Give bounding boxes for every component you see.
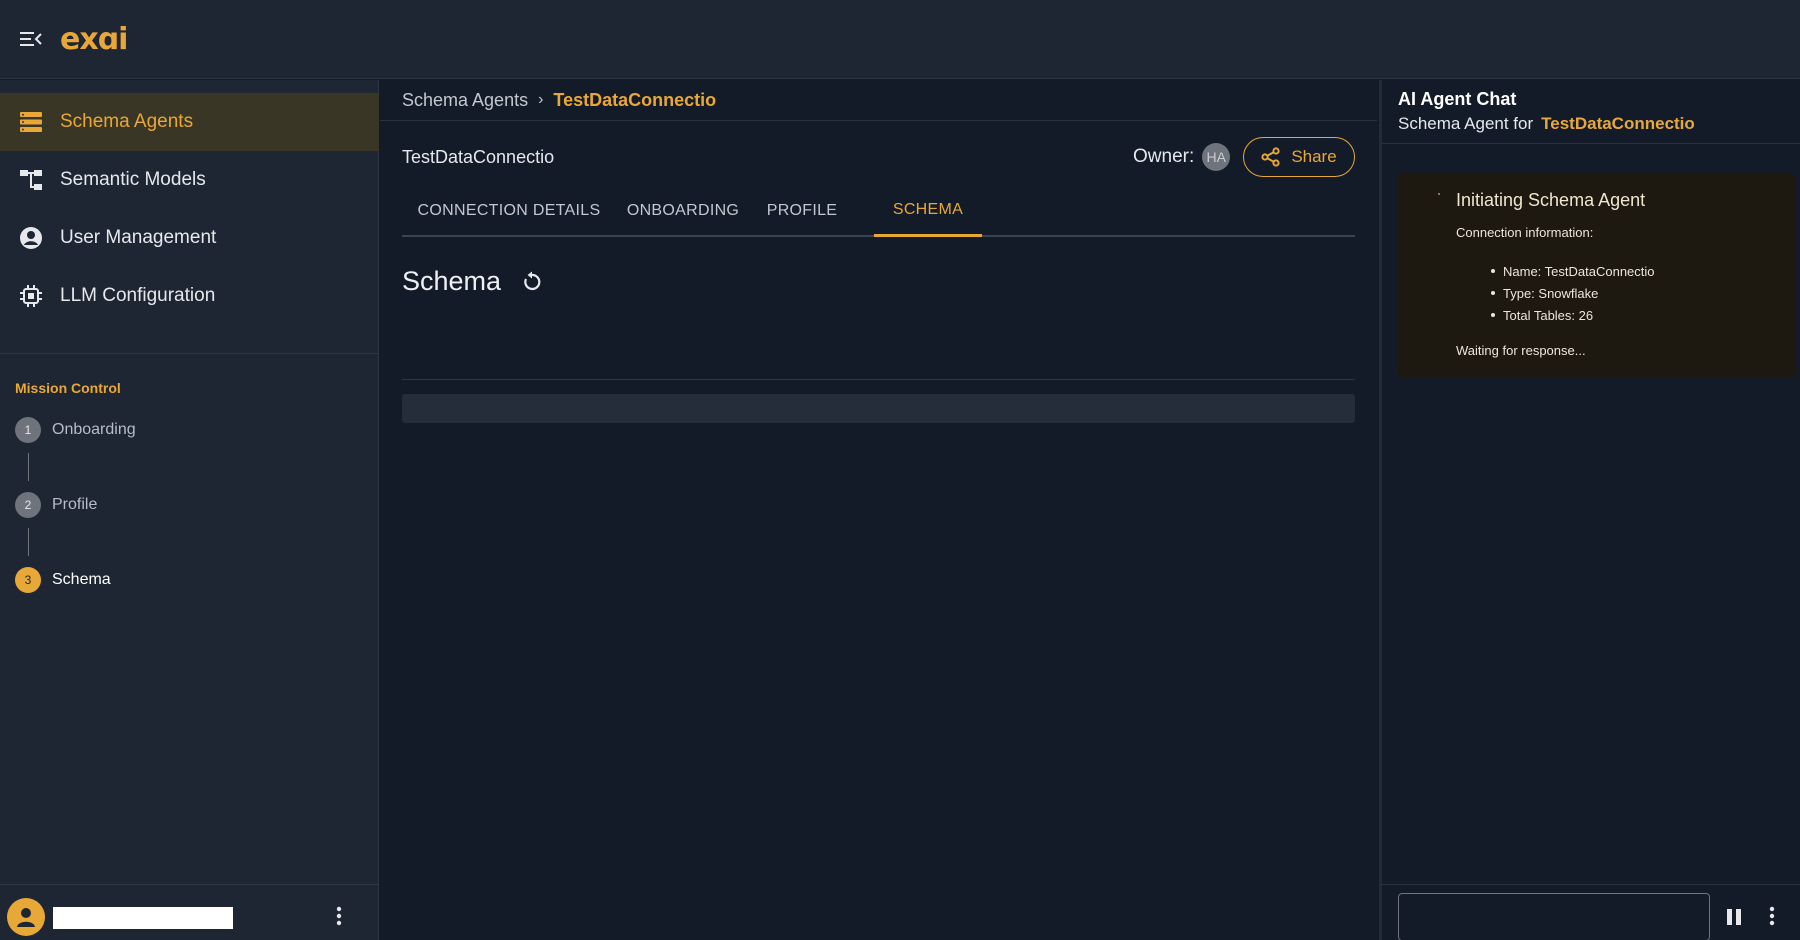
tab-onboarding[interactable]: ONBOARDING bbox=[616, 186, 750, 235]
breadcrumb: Schema Agents › TestDataConnectio bbox=[402, 80, 716, 120]
step-label: Onboarding bbox=[52, 421, 136, 438]
section-heading-row: Schema bbox=[402, 266, 545, 297]
breadcrumb-current: TestDataConnectio bbox=[553, 89, 717, 110]
step-number: 3 bbox=[15, 567, 41, 593]
share-icon bbox=[1261, 147, 1280, 167]
section-heading: Schema bbox=[402, 266, 502, 296]
chat-subtitle: Schema Agent for TestDataConnectio bbox=[1398, 114, 1695, 134]
sidebar-footer bbox=[0, 884, 379, 940]
sidebar-item-schema-agents[interactable]: Schema Agents bbox=[0, 93, 379, 151]
chip-icon bbox=[18, 283, 44, 309]
step-label: Schema bbox=[52, 571, 111, 588]
owner-info: Owner: HA bbox=[1133, 143, 1231, 171]
sidebar: Schema Agents Semantic Models User Manag… bbox=[0, 80, 379, 940]
sidebar-item-label: Semantic Models bbox=[60, 169, 206, 190]
step-connector bbox=[28, 528, 29, 556]
breadcrumb-separator: › bbox=[538, 91, 544, 108]
breadcrumb-root-link[interactable]: Schema Agents bbox=[402, 90, 528, 111]
user-menu-kebab-icon[interactable] bbox=[329, 903, 349, 929]
sidebar-item-semantic-models[interactable]: Semantic Models bbox=[0, 151, 379, 209]
sidebar-item-label: Schema Agents bbox=[60, 111, 194, 132]
bullet-icon bbox=[1491, 269, 1495, 273]
message-indicator-icon bbox=[1438, 193, 1440, 195]
sidebar-item-label: LLM Configuration bbox=[60, 285, 216, 306]
share-button[interactable]: Share bbox=[1243, 137, 1355, 177]
mission-control-title: Mission Control bbox=[15, 380, 121, 396]
list-item: Name: TestDataConnectio bbox=[1491, 260, 1655, 282]
pause-icon[interactable] bbox=[1723, 905, 1745, 929]
bullet-icon bbox=[1491, 291, 1495, 295]
mission-step-onboarding[interactable]: 1 Onboarding bbox=[15, 417, 136, 443]
message-list: Name: TestDataConnectio Type: Snowflake … bbox=[1491, 260, 1655, 326]
tab-schema[interactable]: SCHEMA bbox=[874, 186, 982, 237]
owner-avatar[interactable]: HA bbox=[1202, 143, 1231, 171]
chat-divider bbox=[1382, 143, 1800, 144]
tab-bar: CONNECTION DETAILS ONBOARDING PROFILE SC… bbox=[402, 186, 1355, 237]
schema-loading-placeholder bbox=[402, 394, 1355, 423]
list-icon bbox=[18, 109, 44, 135]
message-label: Connection information: bbox=[1456, 225, 1594, 240]
tab-profile[interactable]: PROFILE bbox=[750, 186, 854, 235]
chat-menu-kebab-icon[interactable] bbox=[1762, 903, 1782, 929]
owner-label: Owner: bbox=[1133, 146, 1195, 167]
sidebar-item-llm-configuration[interactable]: LLM Configuration bbox=[0, 267, 379, 325]
connection-title: TestDataConnectio bbox=[402, 147, 555, 167]
chat-subtitle-connection: TestDataConnectio bbox=[1541, 114, 1695, 133]
top-bar: exɑi bbox=[0, 0, 1800, 79]
list-item-text: Name: TestDataConnectio bbox=[1503, 263, 1655, 279]
app-logo[interactable]: exɑi bbox=[60, 22, 128, 57]
hierarchy-icon bbox=[18, 167, 44, 193]
step-label: Profile bbox=[52, 496, 98, 513]
chat-title: AI Agent Chat bbox=[1398, 89, 1517, 109]
bullet-icon bbox=[1491, 313, 1495, 317]
share-label: Share bbox=[1291, 147, 1337, 166]
step-connector bbox=[28, 453, 29, 481]
list-item: Type: Snowflake bbox=[1491, 282, 1655, 304]
content-divider bbox=[402, 379, 1355, 380]
person-icon bbox=[17, 908, 35, 927]
step-number: 2 bbox=[15, 492, 41, 518]
mission-step-schema[interactable]: 3 Schema bbox=[15, 567, 111, 593]
account-circle-icon bbox=[18, 225, 44, 251]
step-number: 1 bbox=[15, 417, 41, 443]
sidebar-divider bbox=[0, 353, 379, 354]
user-avatar[interactable] bbox=[7, 898, 45, 936]
list-item-text: Total Tables: 26 bbox=[1503, 307, 1594, 323]
chat-input[interactable] bbox=[1398, 893, 1710, 940]
list-item: Total Tables: 26 bbox=[1491, 304, 1655, 326]
agent-message-card: Initiating Schema Agent Connection infor… bbox=[1398, 173, 1795, 377]
list-item-text: Type: Snowflake bbox=[1503, 285, 1599, 301]
main-content: Schema Agents › TestDataConnectio TestDa… bbox=[380, 80, 1377, 940]
ai-agent-chat-panel: AI Agent Chat Schema Agent for TestDataC… bbox=[1379, 80, 1800, 940]
message-title: Initiating Schema Agent bbox=[1456, 190, 1646, 210]
mission-step-profile[interactable]: 2 Profile bbox=[15, 492, 97, 518]
user-name-redacted bbox=[53, 907, 233, 929]
message-status: Waiting for response... bbox=[1456, 343, 1586, 358]
chat-footer bbox=[1382, 884, 1800, 940]
tab-connection-details[interactable]: CONNECTION DETAILS bbox=[402, 186, 616, 235]
header-divider bbox=[380, 120, 1377, 121]
chat-subtitle-prefix: Schema Agent for bbox=[1398, 114, 1534, 133]
sidebar-item-label: User Management bbox=[60, 227, 217, 248]
menu-collapse-icon[interactable] bbox=[16, 24, 46, 54]
sidebar-item-user-management[interactable]: User Management bbox=[0, 209, 379, 267]
refresh-icon[interactable] bbox=[519, 269, 545, 295]
